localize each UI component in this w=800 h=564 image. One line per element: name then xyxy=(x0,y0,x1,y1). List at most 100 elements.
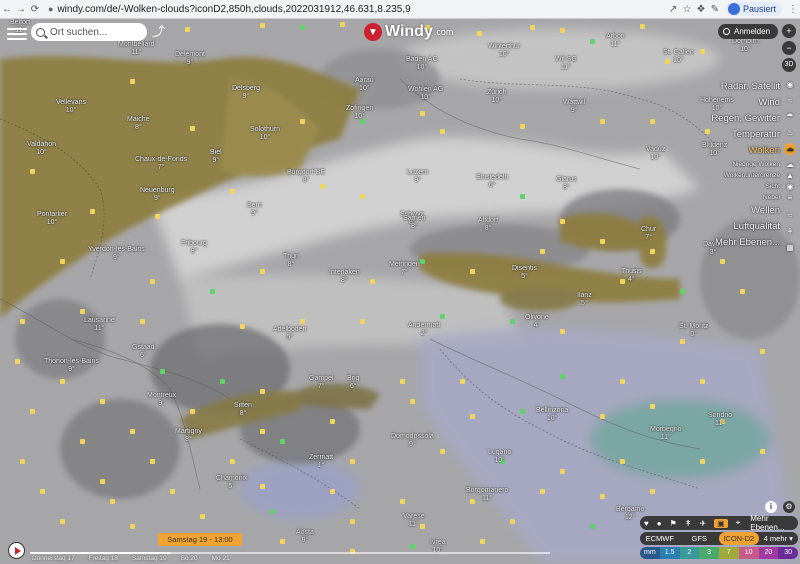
station-marker[interactable] xyxy=(260,484,265,489)
station-marker[interactable] xyxy=(440,129,445,134)
station-marker[interactable] xyxy=(100,399,105,404)
station-marker[interactable] xyxy=(140,319,145,324)
station-marker[interactable] xyxy=(440,449,445,454)
city-label[interactable]: Dornbirn 10° xyxy=(732,38,759,54)
station-marker[interactable] xyxy=(155,214,160,219)
station-marker[interactable] xyxy=(600,414,605,419)
station-marker[interactable] xyxy=(600,119,605,124)
station-marker[interactable] xyxy=(150,459,155,464)
model-option[interactable]: ECMWF xyxy=(640,534,680,543)
city-label[interactable]: Ilanz 5° xyxy=(577,292,592,308)
station-marker[interactable] xyxy=(160,369,165,374)
address-bar[interactable]: windy.com/de/-Wolken-clouds?iconD2,850h,… xyxy=(57,4,666,15)
station-marker[interactable] xyxy=(650,249,655,254)
station-marker[interactable] xyxy=(540,249,545,254)
city-label[interactable]: Aosta 9° xyxy=(296,529,314,545)
station-marker[interactable] xyxy=(650,489,655,494)
station-marker[interactable] xyxy=(400,499,405,504)
bookmark-star-icon[interactable]: ☆ xyxy=(680,4,694,15)
city-label[interactable]: Zermatt 1° xyxy=(309,454,333,470)
station-marker[interactable] xyxy=(700,379,705,384)
play-button[interactable] xyxy=(8,542,25,559)
city-label[interactable]: Aarau 10° xyxy=(355,77,374,93)
station-marker[interactable] xyxy=(720,259,725,264)
layer-item[interactable]: Wind xyxy=(711,95,780,111)
city-label[interactable]: Sitten 8° xyxy=(234,402,252,418)
city-label[interactable]: Baden AG 10° xyxy=(406,56,438,72)
layer-item[interactable]: Niedrige Wolken xyxy=(711,159,780,170)
station-marker[interactable] xyxy=(470,414,475,419)
settings-icon[interactable]: ⚙ xyxy=(783,501,795,513)
login-button[interactable]: Anmelden xyxy=(718,24,778,39)
city-label[interactable]: Wohlen AG 10° xyxy=(408,86,443,102)
station-marker[interactable] xyxy=(20,319,25,324)
city-label[interactable]: Delsberg 9° xyxy=(232,85,260,101)
station-marker[interactable] xyxy=(280,439,285,444)
temperature-icon[interactable]: ♨ xyxy=(784,127,796,139)
more-layers-icon[interactable]: ▦ xyxy=(784,242,796,254)
station-marker[interactable] xyxy=(510,319,515,324)
wind-icon[interactable]: ≈ xyxy=(784,95,796,107)
radar-icon[interactable]: ◉ xyxy=(784,79,796,91)
lock-icon[interactable]: ● xyxy=(48,4,53,14)
pressure-icon[interactable]: ● xyxy=(657,519,662,528)
station-marker[interactable] xyxy=(520,409,525,414)
city-label[interactable]: Luzern 9° xyxy=(407,169,428,185)
info-icon[interactable]: i xyxy=(765,501,777,513)
layer-item[interactable]: Temperatur xyxy=(711,127,780,143)
city-label[interactable]: Adelboden 5° xyxy=(273,326,306,342)
city-label[interactable]: Sarnen 8° xyxy=(403,215,426,231)
station-marker[interactable] xyxy=(760,349,765,354)
city-label[interactable]: Wil SG 11° xyxy=(555,56,577,72)
layer-item[interactable]: Radar, Satellit xyxy=(711,79,780,95)
webcam-icon[interactable]: ▣ xyxy=(714,518,728,528)
station-marker[interactable] xyxy=(420,259,425,264)
station-marker[interactable] xyxy=(30,169,35,174)
station-marker[interactable] xyxy=(590,524,595,529)
station-marker[interactable] xyxy=(350,459,355,464)
flag-icon[interactable]: ⚑ xyxy=(670,519,677,528)
station-marker[interactable] xyxy=(410,544,415,549)
station-marker[interactable] xyxy=(700,49,705,54)
city-label[interactable]: Glarus 8° xyxy=(556,176,577,192)
city-label[interactable]: Morbegno 11° xyxy=(650,426,682,442)
clouds-icon[interactable]: ☁ xyxy=(784,143,796,155)
timeline-day[interactable]: Donnerstag 17 xyxy=(32,555,75,562)
station-marker[interactable] xyxy=(480,539,485,544)
station-marker[interactable] xyxy=(360,319,365,324)
station-marker[interactable] xyxy=(60,259,65,264)
city-label[interactable]: Neuenburg 9° xyxy=(140,187,175,203)
city-label[interactable]: St. Moritz 0° xyxy=(679,323,709,339)
station-marker[interactable] xyxy=(20,459,25,464)
city-label[interactable]: Martigny 8° xyxy=(175,428,202,444)
station-marker[interactable] xyxy=(230,459,235,464)
station-marker[interactable] xyxy=(420,111,425,116)
layer-item[interactable]: Wellen xyxy=(711,203,780,219)
station-marker[interactable] xyxy=(540,489,545,494)
station-marker[interactable] xyxy=(400,379,405,384)
station-marker[interactable] xyxy=(330,489,335,494)
station-marker[interactable] xyxy=(190,409,195,414)
share-icon[interactable]: ⤴ xyxy=(152,25,166,39)
station-marker[interactable] xyxy=(280,539,285,544)
city-label[interactable]: Interlaken 8° xyxy=(329,269,360,285)
city-label[interactable]: Vaduz 10° xyxy=(646,146,665,162)
station-marker[interactable] xyxy=(560,219,565,224)
station-marker[interactable] xyxy=(700,459,705,464)
station-marker[interactable] xyxy=(90,209,95,214)
station-marker[interactable] xyxy=(560,374,565,379)
station-marker[interactable] xyxy=(740,289,745,294)
city-label[interactable]: Montreux 9° xyxy=(147,392,176,408)
city-label[interactable]: Valdahon 10° xyxy=(27,141,56,157)
city-label[interactable]: St. Gallen 10° xyxy=(663,49,694,65)
city-label[interactable]: Gampel 7° xyxy=(309,375,334,391)
timeline-bar[interactable] xyxy=(30,552,550,554)
station-marker[interactable] xyxy=(230,189,235,194)
city-label[interactable]: Arbon 11° xyxy=(606,33,625,49)
city-label[interactable]: Meiringen 7° xyxy=(389,261,420,277)
city-label[interactable]: Wattwil 9° xyxy=(563,99,585,115)
heart-icon[interactable]: ♥ xyxy=(644,519,649,528)
station-marker[interactable] xyxy=(680,289,685,294)
extensions-puzzle-icon[interactable]: ✎ xyxy=(708,4,722,15)
city-label[interactable]: Brig 6° xyxy=(347,375,359,391)
